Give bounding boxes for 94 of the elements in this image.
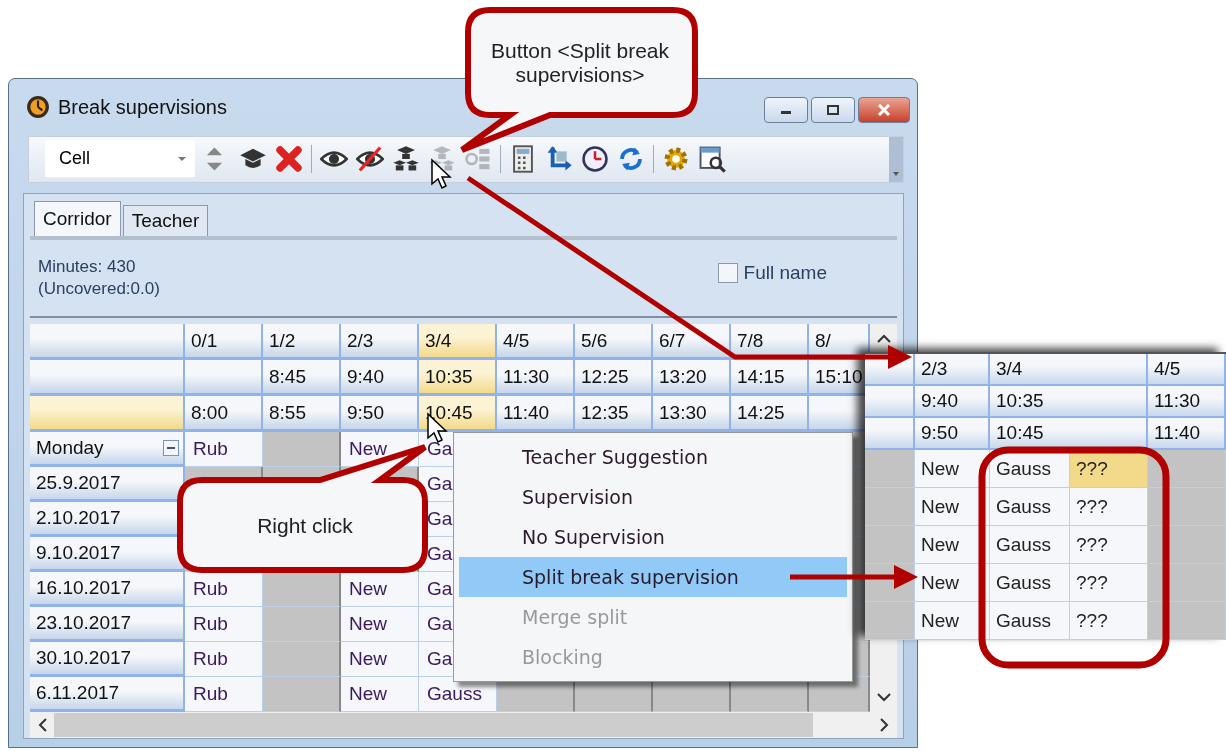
table-cell: Rub — [185, 677, 263, 712]
callout-text: Button <Split break supervisions> — [490, 39, 670, 87]
table-cell: Gauss — [990, 602, 1070, 640]
time-cell: 11:30 — [497, 360, 575, 396]
window-search-icon[interactable] — [698, 145, 726, 174]
column-header: 6/7 — [653, 324, 731, 360]
column-header: 4/5 — [1148, 354, 1226, 386]
blocked-cell — [865, 526, 915, 564]
delete-icon[interactable] — [275, 145, 303, 174]
tab[interactable]: Teacher — [122, 205, 209, 236]
column-header: 10:35 — [990, 386, 1148, 418]
table-cell: New — [341, 607, 419, 642]
scroll-right-icon[interactable] — [879, 717, 889, 733]
time-cell: 8:55 — [263, 396, 341, 432]
column-header: 3/4 — [990, 354, 1148, 386]
table-cell: ??? — [1070, 526, 1148, 564]
caret-icon — [892, 170, 900, 178]
horizontal-scrollbar[interactable] — [30, 712, 897, 738]
table-cell: ??? — [1070, 564, 1148, 602]
blocked-cell — [865, 602, 915, 640]
table-cell: New — [341, 572, 419, 607]
hidden-eye-icon[interactable] — [356, 145, 384, 174]
header-cell — [865, 386, 915, 418]
time-cell: 14:25 — [731, 396, 809, 432]
clock-icon[interactable] — [581, 145, 609, 174]
tab[interactable]: Corridor — [34, 201, 121, 236]
row-label: 25.9.2017 — [36, 472, 121, 494]
dropdown[interactable]: Cell — [45, 140, 195, 179]
column-header: 11:40 — [1148, 418, 1226, 450]
row-label: Monday — [36, 437, 104, 459]
maximize-icon — [826, 105, 840, 115]
table-cell: Gauss — [990, 526, 1070, 564]
table-cell: New — [341, 642, 419, 677]
row-label: 2.10.2017 — [36, 507, 121, 529]
caret-icon — [177, 155, 187, 162]
menu-item[interactable]: Split break supervision — [459, 557, 847, 597]
table-cell: Rub — [185, 642, 263, 677]
time-cell: 12:25 — [575, 360, 653, 396]
column-header: 9:50 — [915, 418, 990, 450]
column-header: 2/3 — [915, 354, 990, 386]
table-cell: New — [915, 450, 990, 488]
column-header: 9:40 — [915, 386, 990, 418]
scroll-thumb[interactable] — [54, 713, 813, 737]
checkbox[interactable] — [717, 263, 738, 283]
uncovered-label: (Uncovered:0.0) — [38, 279, 160, 299]
table-cell: ??? — [1070, 488, 1148, 526]
time-cell: 13:20 — [653, 360, 731, 396]
minimize-button[interactable] — [764, 97, 808, 123]
table-cell: Gauss — [990, 488, 1070, 526]
column-header: 10:45 — [990, 418, 1148, 450]
column-header: 5/6 — [575, 324, 653, 360]
table-cell: ??? — [1070, 602, 1148, 640]
checkbox-label: Full name — [743, 262, 827, 284]
row-label: 16.10.2017 — [36, 577, 132, 599]
time-cell: 9:40 — [341, 360, 419, 396]
collapse-icon[interactable] — [163, 440, 179, 456]
minutes-label: Minutes: 430 — [38, 257, 137, 277]
window-title: Break supervisions — [58, 95, 227, 119]
column-header: 4/5 — [497, 324, 575, 360]
table-cell: Rub — [185, 432, 263, 467]
scroll-left-icon[interactable] — [38, 717, 48, 733]
blocked-cell — [865, 450, 915, 488]
time-cell: 10:35 — [419, 360, 497, 396]
table-cell: Rub — [185, 607, 263, 642]
blocked-cell — [865, 488, 915, 526]
time-cell: 13:30 — [653, 396, 731, 432]
time-cell: 14:15 — [731, 360, 809, 396]
row-label: 6.11.2017 — [36, 682, 120, 704]
header-cell — [865, 418, 915, 450]
time-cell: 8:00 — [185, 396, 263, 432]
maximize-button[interactable] — [811, 97, 855, 123]
row-label: 30.10.2017 — [36, 647, 132, 669]
time-cell: 8:45 — [263, 360, 341, 396]
scroll-up-icon[interactable] — [875, 334, 892, 344]
column-header: 11:30 — [1148, 386, 1226, 418]
clock-icon — [26, 95, 50, 120]
table-cell: Gauss — [419, 677, 497, 712]
row-label: 23.10.2017 — [36, 612, 132, 634]
column-header: 0/1 — [185, 324, 263, 360]
callout-text: Right click — [257, 514, 353, 538]
column-header: 2/3 — [341, 324, 419, 360]
time-cell: 9:50 — [341, 396, 419, 432]
table-cell: New — [341, 677, 419, 712]
table-cell: Rub — [185, 572, 263, 607]
table-cell: Gauss — [990, 564, 1070, 602]
row-label: 9.10.2017 — [36, 542, 121, 564]
cursor-icon — [431, 158, 452, 190]
close-icon — [877, 104, 891, 116]
close-button[interactable] — [858, 97, 910, 123]
scroll-down-icon[interactable] — [875, 692, 892, 702]
column-header: 3/4 — [419, 324, 497, 360]
column-header: 1/2 — [263, 324, 341, 360]
time-cell: 12:35 — [575, 396, 653, 432]
time-cell: 11:40 — [497, 396, 575, 432]
